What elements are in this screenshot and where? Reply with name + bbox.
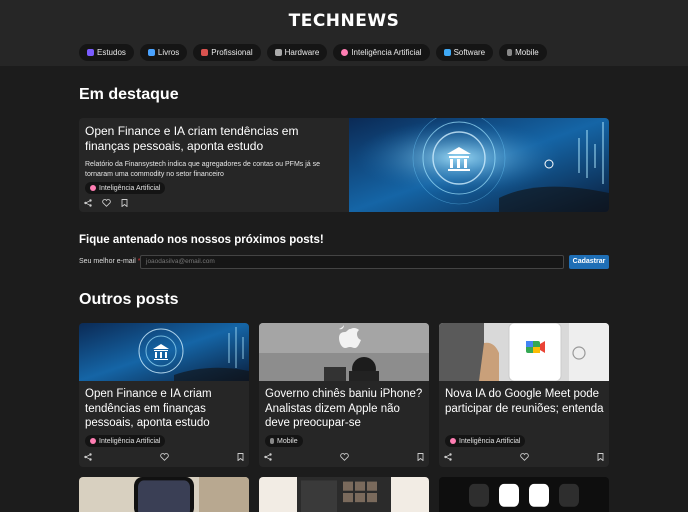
newsletter-label-text: Seu melhor e-mail bbox=[79, 258, 136, 265]
featured-title[interactable]: Open Finance e IA criam tendências em fi… bbox=[85, 124, 341, 154]
phone-icon bbox=[507, 49, 513, 56]
monitor-icon bbox=[443, 49, 451, 56]
featured-tag[interactable]: Inteligência Artificial bbox=[85, 182, 166, 194]
heart-icon[interactable] bbox=[159, 452, 169, 462]
post-card[interactable]: Open Finance e IA criam tendências em fi… bbox=[79, 323, 249, 467]
post-title[interactable]: Open Finance e IA criam tendências em fi… bbox=[85, 387, 245, 431]
featured-post[interactable]: Open Finance e IA criam tendências em fi… bbox=[79, 118, 609, 212]
newsletter-title: Fique antenado nos nossos próximos posts… bbox=[79, 234, 324, 246]
category-label: Livros bbox=[157, 48, 180, 57]
tag-label: Inteligência Artificial bbox=[99, 184, 161, 192]
bookmark-icon[interactable] bbox=[415, 452, 425, 462]
tag-label: Mobile bbox=[277, 437, 298, 445]
brain-icon bbox=[341, 49, 349, 56]
post-thumbnail-partial[interactable] bbox=[79, 477, 249, 512]
keyboard-icon bbox=[274, 49, 282, 56]
featured-section-title: Em destaque bbox=[79, 86, 179, 103]
category-nav: Estudos Livros Profissional Hardware Int… bbox=[79, 44, 547, 61]
phone-icon bbox=[270, 438, 274, 444]
post-tag[interactable]: Mobile bbox=[265, 435, 303, 447]
post-thumbnail[interactable] bbox=[79, 323, 249, 381]
featured-actions bbox=[83, 198, 129, 208]
bookmark-icon[interactable] bbox=[119, 198, 129, 208]
post-thumbnail[interactable] bbox=[439, 323, 609, 381]
featured-description: Relatório da Finansystech indica que agr… bbox=[85, 161, 321, 178]
tag-label: Inteligência Artificial bbox=[99, 437, 161, 445]
featured-image[interactable] bbox=[349, 118, 609, 212]
post-thumbnail-partial[interactable] bbox=[439, 477, 609, 512]
post-actions bbox=[443, 452, 605, 462]
category-profissional[interactable]: Profissional bbox=[193, 44, 261, 61]
share-icon[interactable] bbox=[83, 452, 93, 462]
bookmark-icon[interactable] bbox=[595, 452, 605, 462]
brain-icon bbox=[90, 185, 96, 191]
share-icon[interactable] bbox=[263, 452, 273, 462]
category-label: Estudos bbox=[97, 48, 126, 57]
heart-icon[interactable] bbox=[101, 198, 111, 208]
tag-label: Inteligência Artificial bbox=[459, 437, 521, 445]
brain-icon bbox=[450, 438, 456, 444]
category-ia[interactable]: Inteligência Artificial bbox=[333, 44, 430, 61]
share-icon[interactable] bbox=[83, 198, 93, 208]
brain-icon bbox=[90, 438, 96, 444]
others-section-title: Outros posts bbox=[79, 291, 179, 308]
post-tag[interactable]: Inteligência Artificial bbox=[85, 435, 166, 447]
post-actions bbox=[83, 452, 245, 462]
site-logo[interactable]: TECHNEWS bbox=[0, 11, 688, 31]
post-card[interactable]: Governo chinês baniu iPhone? Analistas d… bbox=[259, 323, 429, 467]
bookmark-icon[interactable] bbox=[235, 452, 245, 462]
post-thumbnail-partial[interactable] bbox=[259, 477, 429, 512]
post-card[interactable]: Nova IA do Google Meet pode participar d… bbox=[439, 323, 609, 467]
category-mobile[interactable]: Mobile bbox=[499, 44, 547, 61]
email-input[interactable]: joaodasilva@email.com bbox=[140, 255, 564, 269]
category-livros[interactable]: Livros bbox=[139, 44, 188, 61]
newsletter-label: Seu melhor e-mail * bbox=[79, 258, 141, 265]
book-stack-icon bbox=[147, 49, 155, 56]
category-label: Software bbox=[453, 48, 486, 57]
post-title[interactable]: Governo chinês baniu iPhone? Analistas d… bbox=[265, 387, 425, 431]
heart-icon[interactable] bbox=[519, 452, 529, 462]
heart-icon[interactable] bbox=[339, 452, 349, 462]
post-thumbnail[interactable] bbox=[259, 323, 429, 381]
post-title[interactable]: Nova IA do Google Meet pode participar d… bbox=[445, 387, 605, 416]
category-label: Inteligência Artificial bbox=[351, 48, 422, 57]
category-label: Mobile bbox=[515, 48, 539, 57]
category-label: Hardware bbox=[284, 48, 320, 57]
site-header: TECHNEWS Estudos Livros Profissional Har… bbox=[0, 0, 688, 66]
category-estudos[interactable]: Estudos bbox=[79, 44, 134, 61]
subscribe-button[interactable]: Cadastrar bbox=[569, 255, 609, 269]
briefcase-icon bbox=[201, 49, 209, 56]
post-tag[interactable]: Inteligência Artificial bbox=[445, 435, 526, 447]
post-actions bbox=[263, 452, 425, 462]
books-icon bbox=[87, 49, 94, 56]
category-software[interactable]: Software bbox=[435, 44, 494, 61]
share-icon[interactable] bbox=[443, 452, 453, 462]
category-label: Profissional bbox=[211, 48, 253, 57]
featured-text: Open Finance e IA criam tendências em fi… bbox=[85, 124, 341, 180]
category-hardware[interactable]: Hardware bbox=[266, 44, 328, 61]
